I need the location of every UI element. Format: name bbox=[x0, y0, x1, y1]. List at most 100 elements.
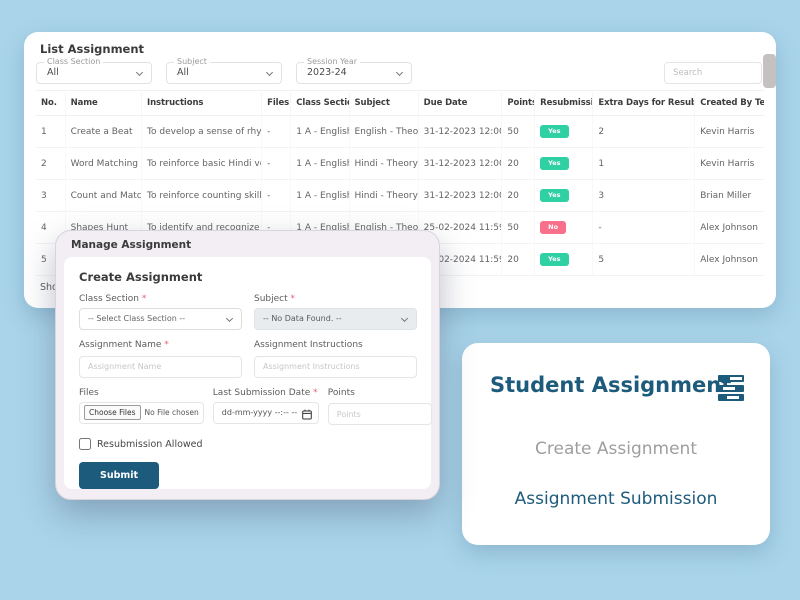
col-name: Name bbox=[65, 91, 141, 116]
chevron-down-icon bbox=[226, 315, 233, 322]
cell-teacher: Brian Miller bbox=[695, 180, 764, 212]
chevron-down-icon bbox=[401, 315, 408, 322]
cell-instructions: To reinforce counting skills an... bbox=[142, 180, 262, 212]
subject-label: Subject * bbox=[254, 294, 417, 304]
points-label: Points bbox=[328, 388, 432, 398]
cell-teacher: Alex Johnson bbox=[695, 212, 764, 244]
assignment-instructions-input[interactable] bbox=[254, 356, 417, 378]
menu-item-create-assignment[interactable]: Create Assignment bbox=[462, 439, 770, 459]
status-badge: Yes bbox=[540, 125, 568, 138]
cell-extra-days: 3 bbox=[593, 180, 695, 212]
table-row: 1 Create a Beat To develop a sense of rh… bbox=[36, 116, 764, 148]
menu-item-assignment-submission[interactable]: Assignment Submission bbox=[462, 489, 770, 509]
scrollbar-thumb[interactable] bbox=[763, 54, 776, 88]
cell-resubmission: Yes bbox=[535, 116, 593, 148]
cell-subject: Hindi - Theory bbox=[349, 148, 418, 180]
assignment-name-input[interactable] bbox=[79, 356, 242, 378]
col-points: Points bbox=[502, 91, 535, 116]
cell-teacher: Kevin Harris bbox=[695, 116, 764, 148]
table-header-row: No. Name Instructions Files Class Sectio… bbox=[36, 91, 764, 116]
calendar-icon[interactable] bbox=[302, 408, 312, 428]
col-files: Files bbox=[262, 91, 291, 116]
manage-assignment-modal: Manage Assignment Create Assignment Clas… bbox=[55, 230, 440, 500]
cell-subject: English - Theory bbox=[349, 116, 418, 148]
subject-filter[interactable]: Subject All bbox=[166, 62, 282, 84]
cell-instructions: To reinforce basic Hindi vocab... bbox=[142, 148, 262, 180]
status-badge: Yes bbox=[540, 189, 568, 202]
cell-teacher: Alex Johnson bbox=[695, 244, 764, 276]
required-asterisk: * bbox=[291, 294, 296, 304]
cell-files: - bbox=[262, 148, 291, 180]
cell-points: 20 bbox=[502, 148, 535, 180]
submit-button[interactable]: Submit bbox=[79, 462, 159, 489]
cell-resubmission: Yes bbox=[535, 244, 593, 276]
cell-resubmission: Yes bbox=[535, 180, 593, 212]
cell-subject: Hindi - Theory bbox=[349, 180, 418, 212]
file-input[interactable]: Choose Files No File chosen bbox=[79, 402, 204, 424]
cell-due-date: 31-12-2023 12:00 AM bbox=[418, 148, 502, 180]
class-section-label: Class Section * bbox=[79, 294, 242, 304]
cell-class-section: 1 A - English bbox=[291, 116, 349, 148]
points-input[interactable] bbox=[328, 403, 432, 425]
cell-due-date: 31-12-2023 12:00 AM bbox=[418, 116, 502, 148]
filter-label: Class Section bbox=[44, 57, 103, 66]
cell-class-section: 1 A - English bbox=[291, 180, 349, 212]
list-menu-icon[interactable] bbox=[718, 375, 744, 404]
session-year-filter[interactable]: Session Year 2023-24 bbox=[296, 62, 412, 84]
file-status: No File chosen bbox=[145, 408, 199, 417]
filter-value: All bbox=[37, 63, 151, 83]
student-assignment-panel: Student Assignment Create Assignment Ass… bbox=[462, 343, 770, 545]
col-instructions: Instructions bbox=[142, 91, 262, 116]
cell-files: - bbox=[262, 180, 291, 212]
cell-no: 2 bbox=[36, 148, 65, 180]
cell-teacher: Kevin Harris bbox=[695, 148, 764, 180]
cell-name: Create a Beat bbox=[65, 116, 141, 148]
cell-points: 50 bbox=[502, 116, 535, 148]
status-badge: Yes bbox=[540, 157, 568, 170]
col-subject: Subject bbox=[349, 91, 418, 116]
cell-extra-days: 5 bbox=[593, 244, 695, 276]
col-class-section: Class Section bbox=[291, 91, 349, 116]
search-input[interactable] bbox=[664, 62, 762, 84]
files-label: Files bbox=[79, 388, 204, 398]
required-asterisk: * bbox=[164, 340, 169, 350]
assignment-name-label: Assignment Name * bbox=[79, 340, 242, 350]
create-assignment-form: Create Assignment Class Section * -- Sel… bbox=[64, 257, 431, 489]
cell-resubmission: Yes bbox=[535, 148, 593, 180]
resubmission-allowed-checkbox[interactable] bbox=[79, 438, 91, 450]
cell-no: 1 bbox=[36, 116, 65, 148]
resubmission-allowed-label: Resubmission Allowed bbox=[97, 439, 203, 450]
col-due-date: Due Date bbox=[418, 91, 502, 116]
last-submission-date-label: Last Submission Date * bbox=[213, 388, 319, 398]
table-row: 3 Count and Match To reinforce counting … bbox=[36, 180, 764, 212]
cell-points: 20 bbox=[502, 180, 535, 212]
cell-name: Count and Match bbox=[65, 180, 141, 212]
form-heading: Create Assignment bbox=[79, 270, 416, 284]
cell-points: 50 bbox=[502, 212, 535, 244]
cell-instructions: To develop a sense of rhythm ... bbox=[142, 116, 262, 148]
class-section-filter[interactable]: Class Section All bbox=[36, 62, 152, 84]
cell-resubmission: No bbox=[535, 212, 593, 244]
cell-no: 3 bbox=[36, 180, 65, 212]
cell-due-date: 31-12-2023 12:00 AM bbox=[418, 180, 502, 212]
filter-bar: Class Section All Subject All Session Ye… bbox=[36, 62, 412, 84]
filter-value: 2023-24 bbox=[297, 63, 411, 83]
col-extra-days: Extra Days for Resubmission bbox=[593, 91, 695, 116]
cell-class-section: 1 A - English bbox=[291, 148, 349, 180]
required-asterisk: * bbox=[313, 388, 318, 398]
assignment-instructions-label: Assignment Instructions bbox=[254, 340, 417, 350]
table-row: 2 Word Matching To reinforce basic Hindi… bbox=[36, 148, 764, 180]
choose-files-button[interactable]: Choose Files bbox=[84, 405, 141, 420]
class-section-select[interactable]: -- Select Class Section -- bbox=[79, 308, 242, 330]
filter-label: Subject bbox=[174, 57, 210, 66]
status-badge: No bbox=[540, 221, 566, 234]
cell-name: Word Matching bbox=[65, 148, 141, 180]
subject-select[interactable]: -- No Data Found. -- bbox=[254, 308, 417, 330]
col-no: No. bbox=[36, 91, 65, 116]
last-submission-date-input[interactable]: dd-mm-yyyy --:-- -- bbox=[213, 402, 319, 424]
filter-label: Session Year bbox=[304, 57, 360, 66]
cell-extra-days: 1 bbox=[593, 148, 695, 180]
col-resubmission: Resubmission bbox=[535, 91, 593, 116]
modal-title: Manage Assignment bbox=[71, 239, 191, 251]
status-badge: Yes bbox=[540, 253, 568, 266]
